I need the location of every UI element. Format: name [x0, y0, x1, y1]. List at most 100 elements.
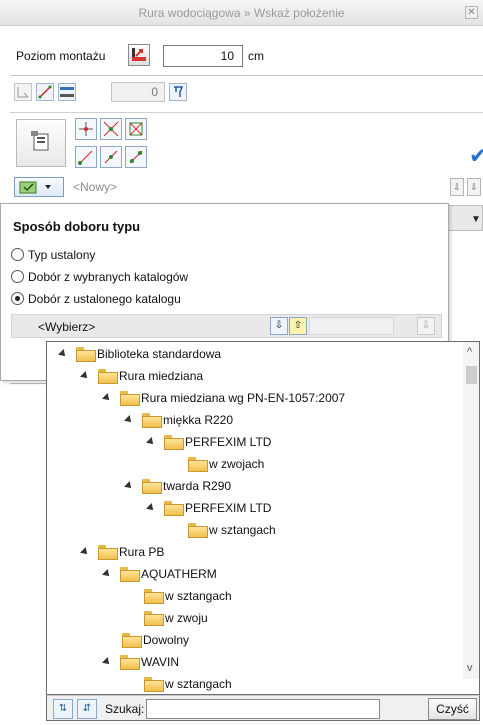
tools-row: 0 — [0, 80, 483, 106]
offset-field[interactable]: 0 — [111, 82, 165, 102]
folder-icon — [164, 501, 184, 516]
folder-icon — [122, 633, 142, 648]
snap-point-icon[interactable] — [14, 83, 32, 101]
tree-node[interactable]: w sztangach — [144, 677, 232, 694]
catalog-extra-icon[interactable]: ⇩ — [417, 317, 435, 335]
folder-icon — [188, 457, 208, 472]
catalog-down-icon[interactable]: ⇩ — [270, 317, 288, 335]
snap-endpoint-icon[interactable] — [75, 146, 97, 168]
folder-icon — [142, 479, 162, 494]
expand-icon[interactable] — [58, 349, 68, 359]
pin-icon[interactable] — [169, 83, 187, 101]
properties-button[interactable] — [16, 119, 66, 167]
collapse-all-icon[interactable]: ⇵ — [77, 699, 97, 719]
tree-node[interactable]: Rura PB — [80, 545, 164, 565]
folder-icon — [144, 589, 164, 604]
radio-dobor-ustalonego[interactable]: Dobór z ustalonego katalogu — [11, 292, 181, 310]
properties-icon — [31, 131, 49, 151]
poziom-input[interactable]: 10 — [163, 45, 243, 67]
type-select-row: <Nowy> ⇩ ⇩ — [10, 176, 483, 198]
tree-node[interactable]: w zwojach — [188, 457, 264, 477]
radio-typ-ustalony[interactable]: Typ ustalony — [11, 248, 95, 266]
tree-node-label: Biblioteka standardowa — [97, 347, 222, 361]
tree-node[interactable]: Rura miedziana — [80, 369, 204, 389]
snap-perpendicular-icon[interactable] — [75, 118, 97, 140]
move-down-alt-icon[interactable]: ⇩ — [467, 178, 481, 196]
catalog-field — [309, 317, 394, 335]
radio-label: Dobór z wybranych katalogów — [28, 270, 189, 284]
tree-node-label: WAVIN — [141, 655, 179, 669]
catalog-check-icon — [19, 181, 51, 194]
folder-icon — [142, 413, 162, 428]
expand-icon[interactable] — [102, 569, 112, 579]
search-input[interactable] — [146, 699, 380, 719]
snap-center-icon[interactable] — [125, 118, 147, 140]
folder-icon — [98, 545, 118, 560]
expand-icon[interactable] — [102, 657, 112, 667]
snap-midpoint-icon[interactable] — [100, 146, 122, 168]
tree-node-label: w zwojach — [209, 457, 265, 471]
scroll-thumb[interactable] — [466, 366, 477, 384]
catalog-picker-bar: <Wybierz> ⇩ ⇧ ⇩ — [11, 314, 442, 338]
expand-all-icon[interactable]: ⇅ — [53, 699, 73, 719]
tree-node[interactable]: twarda R290 — [124, 479, 231, 499]
tree-node[interactable]: Dowolny — [122, 633, 189, 653]
expand-icon[interactable] — [102, 393, 112, 403]
line-icon[interactable] — [36, 83, 54, 101]
folder-icon — [98, 369, 118, 384]
tree-scrollbar[interactable]: ^ v — [463, 342, 479, 679]
search-label: Szukaj: — [105, 702, 145, 716]
catalog-select[interactable]: <Wybierz> — [38, 320, 95, 334]
radio-label: Dobór z ustalonego katalogu — [28, 292, 181, 306]
chevron-down-icon[interactable]: v — [467, 662, 473, 674]
snap-intersection-icon[interactable] — [100, 118, 122, 140]
expand-icon[interactable] — [80, 547, 90, 557]
folder-icon — [144, 611, 164, 626]
divider — [10, 75, 483, 76]
tree-node[interactable]: AQUATHERM — [102, 567, 217, 587]
radio-label: Typ ustalony — [28, 248, 96, 262]
tree-node[interactable]: w sztangach — [144, 589, 232, 609]
tree-node[interactable]: miękka R220 — [124, 413, 233, 433]
catalog-up-icon[interactable]: ⇧ — [289, 317, 307, 335]
tree-node[interactable]: PERFEXIM LTD — [146, 435, 271, 455]
title-bar: Rura wodociągowa » Wskaż położenie ✕ — [0, 0, 483, 26]
radio-icon — [11, 270, 24, 283]
tree-node-label: AQUATHERM — [141, 567, 217, 581]
expand-icon[interactable] — [124, 415, 134, 425]
tools-panel: ✔ — [10, 112, 483, 172]
poziom-pick-button[interactable] — [128, 44, 150, 66]
collapsed-dropdown[interactable]: ▼ — [448, 205, 483, 231]
tree-node-label: Rura miedziana — [119, 369, 204, 383]
clear-button[interactable]: Czyść — [428, 698, 477, 720]
poziom-row: Poziom montażu 10 cm — [0, 42, 483, 70]
tree-node-label: w sztangach — [165, 677, 232, 691]
tree-node[interactable]: w sztangach — [188, 523, 276, 543]
expand-icon[interactable] — [124, 481, 134, 491]
type-dropdown-button[interactable] — [14, 177, 64, 197]
move-down-icon[interactable]: ⇩ — [450, 178, 464, 196]
tree-node[interactable]: Biblioteka standardowa — [58, 347, 222, 367]
pick-level-icon — [132, 48, 146, 61]
snap-nearest-icon[interactable] — [125, 146, 147, 168]
parallel-lines-icon[interactable] — [58, 83, 76, 101]
expand-icon[interactable] — [80, 371, 90, 381]
tree-node[interactable]: w zwoju — [144, 611, 208, 631]
folder-icon — [120, 655, 140, 670]
tree-node[interactable]: PERFEXIM LTD — [146, 501, 271, 521]
expand-icon[interactable] — [146, 437, 156, 447]
tree-node-label: w sztangach — [209, 523, 276, 537]
chevron-up-icon[interactable]: ^ — [467, 346, 472, 358]
chevron-down-icon: ▼ — [471, 214, 481, 225]
folder-icon — [120, 391, 140, 406]
radio-dobor-wybranych[interactable]: Dobór z wybranych katalogów — [11, 270, 188, 288]
confirm-check-icon[interactable]: ✔ — [469, 143, 483, 169]
close-icon[interactable]: ✕ — [465, 6, 478, 19]
tree-node[interactable]: Rura miedziana wg PN-EN-1057:2007 — [102, 391, 346, 411]
tree-node-label: Rura miedziana wg PN-EN-1057:2007 — [141, 391, 346, 405]
expand-icon[interactable] — [146, 503, 156, 513]
folder-icon — [144, 677, 164, 692]
folder-icon — [188, 523, 208, 538]
type-name-text: <Nowy> — [73, 180, 118, 194]
tree-node[interactable]: WAVIN — [102, 655, 179, 675]
